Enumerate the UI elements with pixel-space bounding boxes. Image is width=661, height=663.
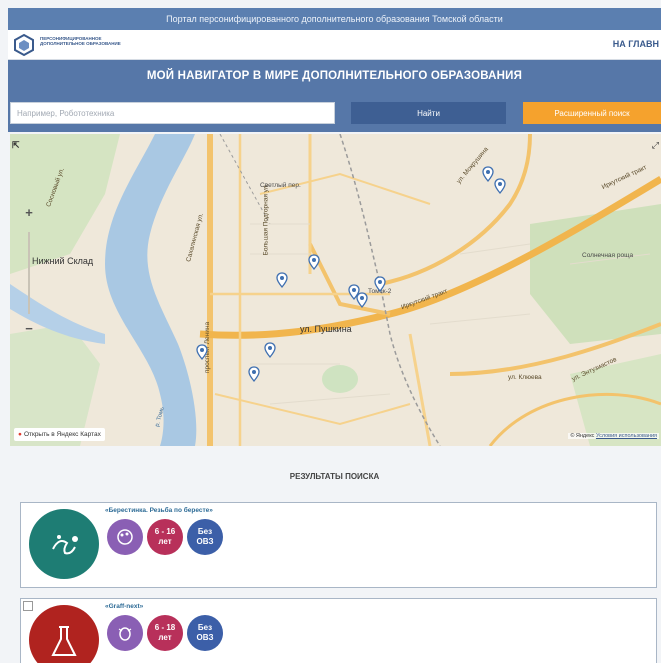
- site-header: ПЕРСОНИФИЦИРОВАННОЕ ДОПОЛНИТЕЛЬНОЕ ОБРАЗ…: [8, 30, 661, 60]
- open-in-yandex-label: Открыть в Яндекс Картах: [23, 431, 101, 438]
- program-title[interactable]: «Берестинка. Резьба по бересте»: [105, 507, 213, 514]
- palette-icon: [117, 529, 133, 545]
- portal-banner: Портал персонифицированного дополнительн…: [8, 8, 661, 30]
- map-label: ул. Пушкина: [300, 324, 352, 334]
- location-arrow-icon[interactable]: ⇱: [12, 140, 20, 151]
- map-marker-icon[interactable]: [264, 342, 276, 358]
- find-button[interactable]: Найти: [351, 102, 506, 124]
- category-badge: [107, 519, 143, 555]
- age-range: 6 - 16: [154, 527, 176, 536]
- page-title: МОЙ НАВИГАТОР В МИРЕ ДОПОЛНИТЕЛЬНОГО ОБР…: [146, 70, 523, 82]
- copyright-brand: © Яндекс: [570, 433, 595, 439]
- age-badge: 6 - 16 лет: [147, 519, 183, 555]
- results-title: РЕЗУЛЬТАТЫ ПОИСКА: [289, 472, 380, 481]
- zoom-in-button[interactable]: +: [22, 206, 36, 220]
- result-card[interactable]: «Graff-next» 6 - 18 лет Без ОВЗ: [20, 598, 657, 663]
- map-pin-icon: ●: [18, 431, 22, 438]
- nav-home-link[interactable]: НА ГЛАВН: [613, 39, 659, 49]
- age-range: 6 - 18: [154, 623, 176, 632]
- map-marker-icon[interactable]: [308, 254, 320, 270]
- ovz-line1: Без: [197, 623, 213, 632]
- ovz-line1: Без: [197, 527, 213, 536]
- map[interactable]: ⇱ ⤢ + − Светлый пер. Нижний Склад Иркутс…: [10, 134, 661, 446]
- category-badge: [107, 615, 143, 651]
- search-input[interactable]: [10, 102, 335, 124]
- age-unit: лет: [158, 537, 172, 546]
- ovz-line2: ОВЗ: [196, 537, 214, 546]
- map-canvas[interactable]: [10, 134, 661, 446]
- logo-icon[interactable]: [12, 33, 36, 57]
- palette-icon: [52, 535, 78, 555]
- advanced-search-button[interactable]: Расширенный поиск: [523, 102, 661, 124]
- map-marker-icon[interactable]: [494, 178, 506, 194]
- map-copyright: © Яндекс Условия использования: [568, 433, 659, 439]
- search-hero: МОЙ НАВИГАТОР В МИРЕ ДОПОЛНИТЕЛЬНОГО ОБР…: [8, 60, 661, 132]
- map-marker-icon[interactable]: [374, 276, 386, 292]
- map-label: ул. Клюева: [508, 374, 542, 381]
- age-badge: 6 - 18 лет: [147, 615, 183, 651]
- fullscreen-icon[interactable]: ⤢: [652, 140, 659, 151]
- ovz-line2: ОВЗ: [196, 633, 214, 642]
- map-marker-icon[interactable]: [356, 292, 368, 308]
- program-avatar: [29, 509, 99, 579]
- flask-icon: [51, 626, 77, 656]
- zoom-slider[interactable]: [28, 232, 30, 314]
- age-unit: лет: [158, 633, 172, 642]
- map-marker-icon[interactable]: [276, 272, 288, 288]
- ovz-badge: Без ОВЗ: [187, 519, 223, 555]
- map-marker-icon[interactable]: [248, 366, 260, 382]
- map-label: Нижний Склад: [32, 256, 94, 266]
- map-marker-icon[interactable]: [196, 344, 208, 360]
- open-in-yandex-link[interactable]: ● Открыть в Яндекс Картах: [14, 428, 105, 441]
- result-card[interactable]: «Берестинка. Резьба по бересте» 6 - 16 ле…: [20, 502, 657, 588]
- map-label: Солнечная роща: [582, 252, 634, 259]
- logo-text: ПЕРСОНИФИЦИРОВАННОЕ ДОПОЛНИТЕЛЬНОЕ ОБРАЗ…: [40, 36, 121, 46]
- program-avatar: [29, 605, 99, 663]
- ovz-badge: Без ОВЗ: [187, 615, 223, 651]
- zoom-out-button[interactable]: −: [22, 322, 36, 336]
- terms-link[interactable]: Условия использования: [596, 433, 657, 439]
- bug-icon: [118, 627, 132, 641]
- map-label: Большая Подгорная ул.: [262, 183, 270, 256]
- program-title[interactable]: «Graff-next»: [105, 603, 143, 610]
- map-marker-icon[interactable]: [482, 166, 494, 182]
